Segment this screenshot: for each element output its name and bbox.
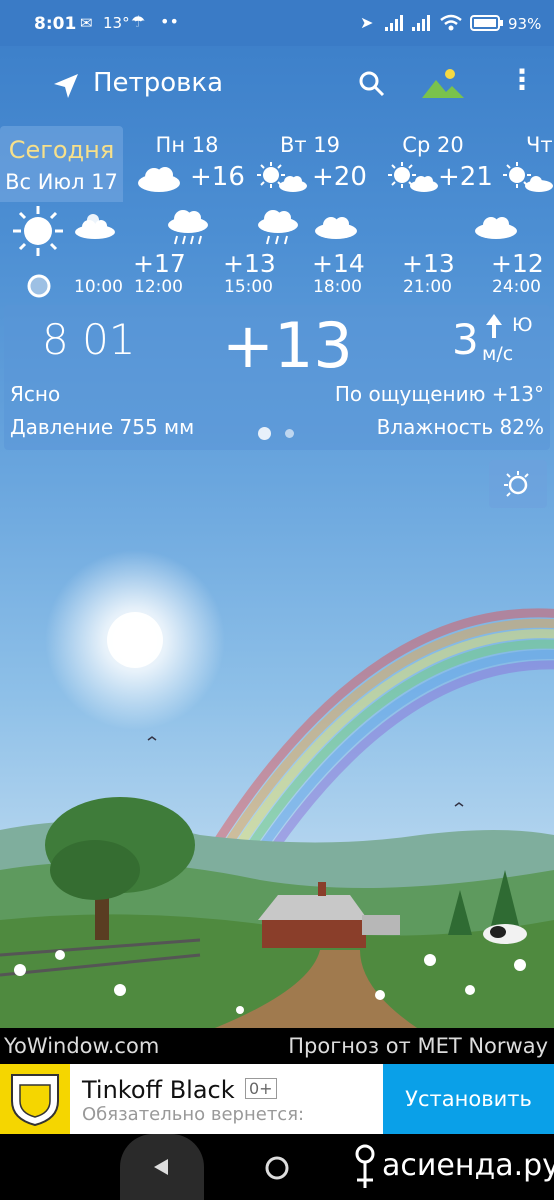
- hour-temp: +17: [133, 249, 186, 278]
- hour-temp: +12: [491, 249, 544, 278]
- day-temp: +16: [190, 162, 245, 192]
- hour-temp: +13: [402, 249, 455, 278]
- site-link[interactable]: YoWindow.com: [4, 1034, 159, 1058]
- location-icon: ➤: [360, 13, 374, 32]
- landscape-illustration: [0, 550, 554, 1030]
- battery-icon: [470, 15, 503, 31]
- forecast-source[interactable]: Прогноз от MET Norway: [288, 1034, 548, 1058]
- age-rating: 0+: [245, 1078, 277, 1099]
- day-today[interactable]: Сегодня Вс Июл 17: [0, 126, 123, 202]
- day-date: Вс Июл 17: [5, 170, 118, 194]
- day-thu[interactable]: Чт: [500, 126, 554, 202]
- day-temp: +21: [438, 162, 493, 192]
- search-icon[interactable]: [358, 70, 386, 98]
- wind-direction: Ю: [512, 314, 533, 336]
- condition: Ясно: [10, 382, 61, 406]
- more-notifications-icon: ••: [160, 12, 179, 31]
- ad-subtitle: Обязательно вернется:: [82, 1104, 305, 1125]
- battery-percent: 93%: [508, 15, 542, 33]
- cloud-icon: [138, 167, 180, 192]
- wind-speed: 3: [452, 315, 479, 364]
- page-indicator[interactable]: [285, 429, 294, 438]
- feels-like: По ощущению +13°: [334, 382, 544, 406]
- hour-time: 10:00: [74, 277, 123, 297]
- umbrella-icon: ☂: [131, 12, 146, 31]
- footer-bar: YoWindow.com Прогноз от MET Norway: [0, 1028, 554, 1064]
- day-label: Чт: [526, 133, 553, 157]
- sun-icon: [13, 206, 63, 256]
- watermark-logo-icon: [355, 1144, 375, 1188]
- day-label: Пн 18: [155, 133, 219, 157]
- install-button[interactable]: Установить: [383, 1064, 554, 1134]
- navigation-bar: асиенда.ру: [0, 1134, 554, 1200]
- current-conditions-panel[interactable]: 8 01 +13 3 Ю м/с Ясно По ощущению +13° Д…: [4, 305, 550, 450]
- current-hour-marker-icon: [27, 274, 51, 298]
- overflow-menu-icon[interactable]: ⋮: [508, 66, 536, 94]
- sun-moon-icon: [504, 471, 529, 497]
- pressure: Давление 755 мм: [10, 415, 195, 439]
- sun-cloud-icon: [75, 214, 115, 239]
- status-bar: 8:01 ✉ 13° ☂ •• ➤ 93%: [0, 0, 554, 46]
- status-time: 8:01: [34, 14, 77, 34]
- hour-time: 18:00: [313, 277, 362, 297]
- back-icon: [154, 1159, 168, 1175]
- landscape-picker-icon[interactable]: [422, 68, 464, 98]
- watermark: асиенда.ру: [352, 1140, 554, 1194]
- wifi-icon: [440, 14, 462, 31]
- cloud-icon: [315, 217, 357, 239]
- navigation-arrow-icon[interactable]: [52, 72, 80, 100]
- wind-unit: м/с: [482, 343, 514, 365]
- hour-time: 12:00: [134, 277, 183, 297]
- message-icon: ✉: [80, 14, 93, 32]
- tinkoff-logo: [0, 1064, 70, 1134]
- signal-icon: [385, 15, 403, 31]
- day-mon[interactable]: Пн 18 +16: [132, 126, 245, 202]
- shield-logo-icon: [11, 1074, 59, 1127]
- back-button[interactable]: [120, 1134, 204, 1200]
- sun-cloud-icon: [257, 162, 307, 192]
- status-temp: 13°: [103, 14, 130, 32]
- day-wed[interactable]: Ср 20 +21: [378, 126, 493, 202]
- home-icon[interactable]: [264, 1155, 290, 1181]
- day-label: Вт 19: [279, 133, 341, 157]
- sun-cloud-icon: [388, 162, 438, 192]
- ad-title: Tinkoff Black: [82, 1076, 235, 1104]
- sun-cloud-icon: [503, 162, 553, 192]
- app-bar: Петровка ⋮: [0, 46, 554, 126]
- hour-temp: +14: [312, 249, 365, 278]
- rain-cloud-icon: [168, 210, 208, 245]
- watermark-text: асиенда.ру: [382, 1148, 554, 1183]
- day-night-toggle[interactable]: [489, 460, 547, 508]
- day-tue[interactable]: Вт 19 +20: [255, 126, 367, 202]
- day-temp: +20: [312, 162, 367, 192]
- wind-arrow-icon: [486, 314, 502, 338]
- current-time: 8 01: [42, 315, 136, 364]
- page-indicator-active[interactable]: [258, 427, 271, 440]
- hourly-forecast[interactable]: +17 +13 +14 +13 +12 10:00 12:00 15:00 18…: [0, 200, 554, 300]
- current-temp: +13: [222, 309, 353, 382]
- cloud-icon: [475, 217, 517, 239]
- day-label: Сегодня: [8, 136, 115, 164]
- location-name[interactable]: Петровка: [93, 68, 223, 98]
- hour-temp: +13: [223, 249, 276, 278]
- hour-time: 15:00: [224, 277, 273, 297]
- rain-cloud-icon: [258, 210, 298, 245]
- hour-time: 24:00: [492, 277, 541, 297]
- day-label: Ср 20: [402, 133, 464, 157]
- hour-time: 21:00: [403, 277, 452, 297]
- signal-2-icon: [412, 15, 430, 31]
- ad-banner[interactable]: Tinkoff Black 0+ Обязательно вернется: У…: [0, 1064, 554, 1134]
- humidity: Влажность 82%: [376, 415, 544, 439]
